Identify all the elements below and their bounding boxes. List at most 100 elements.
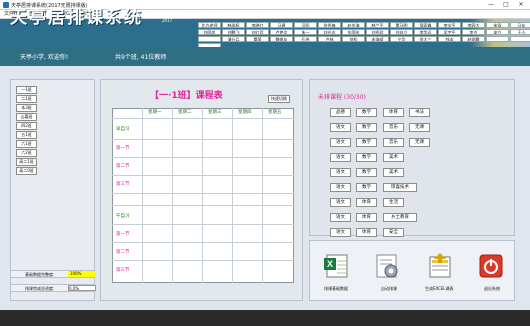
class-item[interactable]: 五1班: [16, 131, 37, 139]
teacher-cell[interactable]: [486, 36, 509, 42]
quick-switch-button[interactable]: 快速切换: [268, 95, 290, 103]
teacher-cell[interactable]: 王小: [510, 29, 530, 35]
course-button[interactable]: 安全: [383, 228, 404, 237]
teacher-cell[interactable]: 吴宇平: [438, 29, 461, 35]
auto-schedule-label: 自动排课: [381, 286, 397, 291]
class-item[interactable]: 山嘉班: [16, 113, 37, 121]
period-label: 第一节: [116, 146, 130, 151]
course-button[interactable]: 书法: [409, 108, 430, 117]
course-button[interactable]: 体育: [383, 108, 404, 117]
teacher-cell[interactable]: 魏俊友: [270, 36, 293, 42]
export-icon: [429, 253, 451, 278]
maximize-button[interactable]: □: [499, 1, 513, 9]
course-button[interactable]: 数学: [356, 183, 377, 192]
auto-schedule-button[interactable]: [370, 251, 405, 291]
teacher-cell[interactable]: 安立: [486, 29, 509, 35]
teacher-cell[interactable]: 比方老师: [198, 22, 221, 28]
course-button[interactable]: 体育: [356, 198, 377, 207]
teacher-grid: 比方老师 韩承权 李晓红 马建 汉阳 张秀梅 赵金海 韩兰平 董马明 邱家鑫 李宝平 李四大 宋双 马友刘…: [198, 22, 530, 49]
teacher-cell[interactable]: 刘自立: [390, 29, 413, 35]
course-button[interactable]: 生活: [383, 198, 404, 207]
course-button[interactable]: 语文: [330, 183, 351, 192]
teacher-cell[interactable]: 李五: [462, 29, 485, 35]
class-item[interactable]: 一1班: [16, 86, 37, 94]
teacher-cell[interactable]: 徐大三: [414, 36, 437, 42]
course-button[interactable]: 无课: [409, 138, 430, 147]
teacher-cell[interactable]: 张秀梅: [318, 22, 341, 28]
course-button[interactable]: 语文: [330, 138, 351, 147]
teacher-cell[interactable]: 赵刚霖: [462, 36, 485, 42]
course-button[interactable]: 语文: [330, 228, 351, 237]
teacher-cell[interactable]: 刘光志: [318, 29, 341, 35]
teacher-cell[interactable]: 董马明: [390, 22, 413, 28]
teacher-cell[interactable]: 宁华: [390, 36, 413, 42]
excel-data-button[interactable]: X: [319, 251, 354, 291]
course-button[interactable]: 无课: [409, 123, 430, 132]
teacher-cell[interactable]: 刘秀珍: [366, 29, 389, 35]
export-excel-button[interactable]: [422, 251, 457, 291]
period-label: 第一节: [116, 232, 130, 237]
course-button[interactable]: 惊喜技术: [383, 183, 417, 192]
teacher-cell[interactable]: 何松: [342, 36, 365, 42]
teacher-cell[interactable]: 东国庆: [342, 29, 365, 35]
course-button[interactable]: 数学: [356, 108, 377, 117]
course-button[interactable]: 数学: [356, 123, 377, 132]
teacher-cell[interactable]: 李华远: [414, 29, 437, 35]
teacher-cell[interactable]: 邱家鑫: [414, 22, 437, 28]
course-button[interactable]: 体育: [356, 228, 377, 237]
teacher-cell[interactable]: 赵金海: [342, 22, 365, 28]
teacher-cell[interactable]: 韩承权: [222, 22, 245, 28]
course-button[interactable]: 语文: [330, 213, 351, 222]
teacher-cell[interactable]: 李晓红: [246, 22, 269, 28]
course-button[interactable]: 语文: [330, 198, 351, 207]
class-item[interactable]: 高二0班: [16, 167, 37, 175]
day-header: 星期一: [148, 110, 162, 115]
teacher-cell[interactable]: 李四大: [462, 22, 485, 28]
schedule-title: 【一·1班】课程表: [150, 91, 223, 101]
teacher-cell[interactable]: 覃荣: [246, 36, 269, 42]
teacher-cell[interactable]: 卢艳文: [270, 29, 293, 35]
course-button[interactable]: 数学: [356, 153, 377, 162]
course-button[interactable]: 语文: [330, 123, 351, 132]
teacher-cell[interactable]: [510, 36, 530, 42]
course-button[interactable]: 数学: [356, 168, 377, 177]
teacher-cell[interactable]: 宋海斌: [366, 36, 389, 42]
class-item[interactable]: 六2班: [16, 149, 37, 157]
teacher-cell[interactable]: 刘国忠: [198, 29, 221, 35]
teacher-cell[interactable]: 马建: [270, 22, 293, 28]
course-button[interactable]: 美术: [383, 153, 404, 162]
period-label: 午自习: [116, 214, 130, 219]
class-item[interactable]: 六1班: [16, 140, 37, 148]
teacher-cell[interactable]: [198, 36, 221, 42]
teacher-cell[interactable]: 马友: [510, 22, 530, 28]
course-button[interactable]: 体育: [356, 213, 377, 222]
teacher-cell[interactable]: 韩兰平: [366, 22, 389, 28]
close-button[interactable]: ✕: [514, 1, 528, 9]
course-button[interactable]: 音乐: [383, 138, 404, 147]
teacher-cell[interactable]: 朱一: [294, 29, 317, 35]
teacher-cell[interactable]: 孔伟: [294, 36, 317, 42]
exit-system-button[interactable]: [474, 251, 509, 291]
course-button[interactable]: 美术: [383, 168, 404, 177]
teacher-cell[interactable]: 李宝平: [438, 22, 461, 28]
class-item[interactable]: 二1班: [16, 95, 37, 103]
teacher-cell[interactable]: 卢林: [318, 36, 341, 42]
teacher-cell[interactable]: 汉阳: [294, 22, 317, 28]
class-item[interactable]: 本3班: [16, 104, 37, 112]
teacher-cell[interactable]: 宋双: [486, 22, 509, 28]
course-button[interactable]: 品德: [330, 108, 351, 117]
course-button[interactable]: 数学: [356, 138, 377, 147]
teacher-cell[interactable]: 潘仕兵: [222, 36, 245, 42]
teacher-cell[interactable]: 刘鹏飞: [222, 29, 245, 35]
course-button[interactable]: 音乐: [383, 123, 404, 132]
unscheduled-title: 未排课程 (30/30): [318, 94, 366, 101]
minimize-button[interactable]: —: [484, 1, 498, 9]
class-item[interactable]: 四2班: [16, 122, 37, 130]
teacher-cell[interactable]: 刘红武: [246, 29, 269, 35]
course-button[interactable]: 语文: [330, 153, 351, 162]
course-button[interactable]: 语文: [330, 168, 351, 177]
course-button[interactable]: 乡土教育: [383, 213, 417, 222]
svg-text:X: X: [327, 259, 333, 269]
class-item[interactable]: 高二1班: [16, 158, 37, 166]
teacher-cell[interactable]: 钱本: [438, 36, 461, 42]
